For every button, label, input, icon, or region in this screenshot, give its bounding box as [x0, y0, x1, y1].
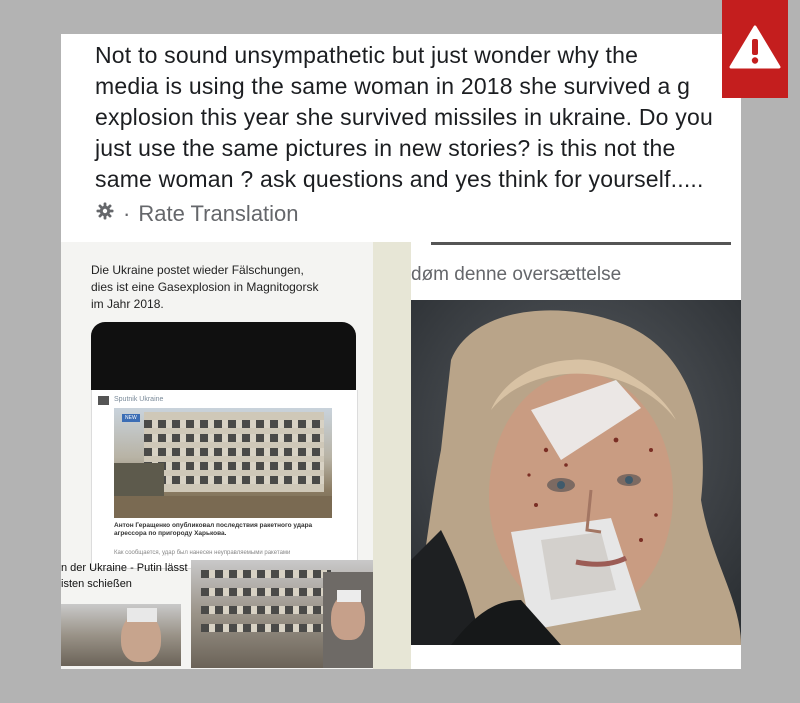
separator-dot: ·: [123, 201, 131, 226]
post-screenshot: Not to sound unsympathetic but just wond…: [61, 34, 741, 669]
right-embedded-screenshot: døm denne oversættelse: [411, 242, 741, 669]
rate-translation-label: Rate Translation: [138, 201, 299, 226]
woman-thumbnail: [61, 604, 181, 666]
post-line: media is using the same woman in 2018 sh…: [95, 73, 691, 99]
left-embedded-screenshot: Die Ukraine postet wieder Fälschungen, d…: [61, 242, 373, 669]
building-facade: [144, 412, 324, 492]
translation-label: døm denne oversættelse: [411, 264, 622, 285]
card-badge: NEW: [122, 414, 140, 422]
rate-translation-link[interactable]: · Rate Translation: [95, 200, 299, 228]
building-thumbnail: [191, 560, 373, 668]
tweet-line: Die Ukraine postet wieder Fälschungen,: [91, 263, 304, 277]
post-line: Not to sound unsympathetic but just wond…: [95, 42, 639, 68]
divider-strip: [373, 242, 411, 669]
damaged-building-photo: NEW: [114, 408, 332, 518]
post-line: same woman ? ask questions and yes think…: [95, 166, 704, 192]
news-card: Sputnik Ukraine NEW Антон Геращенко опуб…: [91, 390, 358, 569]
warning-triangle-icon: [729, 24, 781, 75]
gear-icon: [95, 201, 115, 227]
german-headline: n der Ukraine - Putin lässt isten schieß…: [61, 560, 196, 592]
post-text: Not to sound unsympathetic but just wond…: [95, 40, 741, 195]
tweet-line: im Jahr 2018.: [91, 297, 164, 311]
card-subtext: Как сообщается, удар был нанесен неуправ…: [114, 550, 291, 556]
post-line: explosion this year she survived missile…: [95, 104, 713, 130]
injured-woman-photo: [411, 300, 741, 645]
redacted-media-block: [91, 322, 356, 390]
german-tweet-text: Die Ukraine postet wieder Fälschungen, d…: [91, 262, 361, 313]
post-line: just use the same pictures in new storie…: [95, 135, 676, 161]
cropped-edge: [431, 242, 731, 245]
card-caption: Антон Геращенко опубликовал последствия …: [114, 522, 313, 537]
warning-badge: [722, 0, 788, 98]
card-source: Sputnik Ukraine: [114, 396, 164, 403]
tweet-line: dies ist eine Gasexplosion in Magnitogor…: [91, 280, 319, 294]
rubble: [114, 496, 332, 518]
headline-line: isten schießen: [61, 578, 132, 590]
source-icon: [98, 396, 109, 405]
headline-line: n der Ukraine - Putin lässt: [61, 562, 188, 574]
